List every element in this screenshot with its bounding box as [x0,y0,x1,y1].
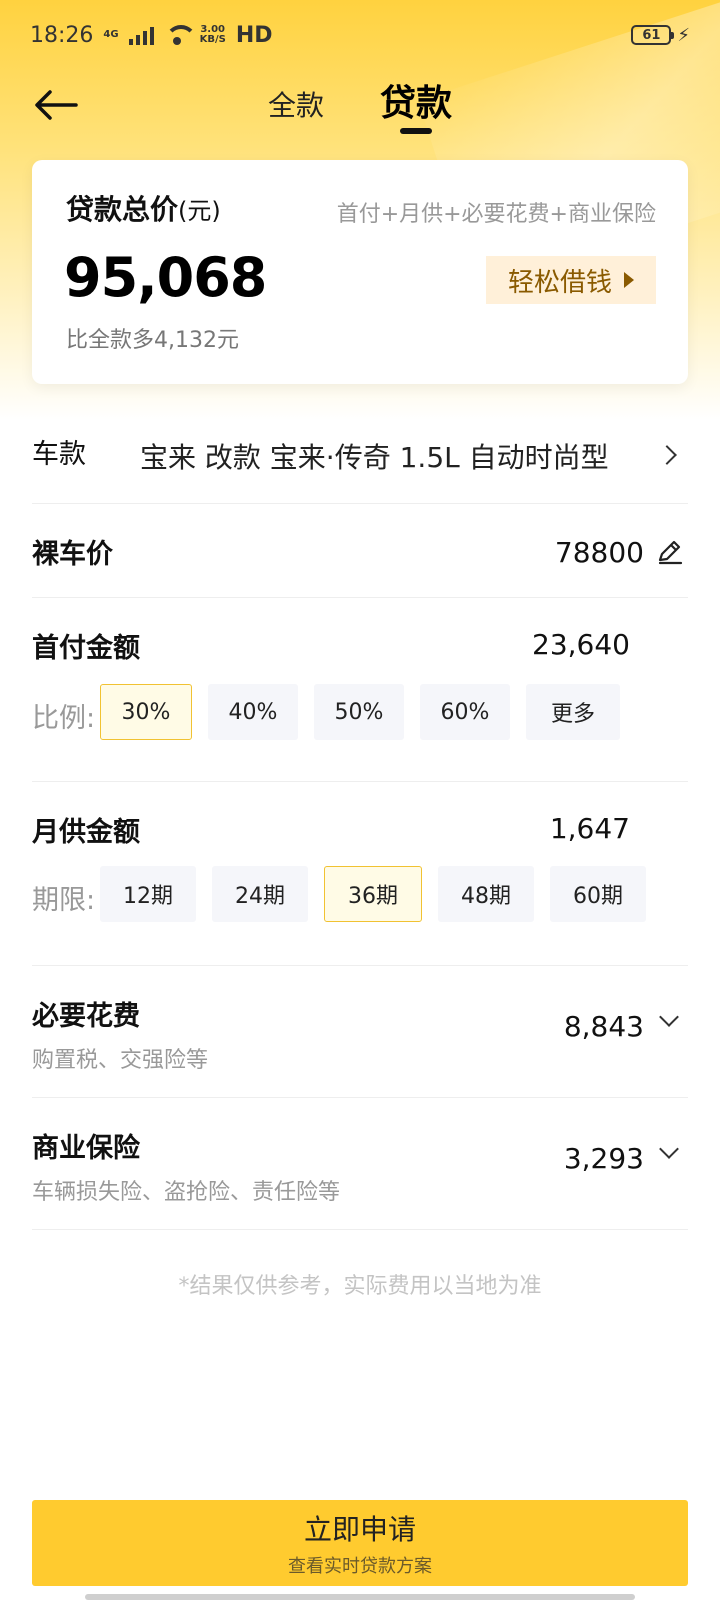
network-speed: 3.00 KB/S [199,24,226,45]
back-button[interactable] [28,80,84,130]
commercial-insurance-value: 3,293 [563,1142,644,1175]
commercial-insurance-label: 商业保险 [32,1133,140,1164]
apply-now-label: 立即申请 [303,1513,416,1546]
apply-now-sublabel: 查看实时贷款方案 [288,1556,432,1577]
active-tab-indicator [400,128,432,134]
pencil-edit-icon[interactable] [656,538,684,566]
easy-borrow-button[interactable]: 轻松借钱 [486,256,656,304]
tab-full-payment[interactable]: 全款 [268,84,324,124]
status-left: 18:26 4G 3.00 KB/S HD [30,23,273,48]
play-triangle-icon [624,272,634,288]
term-option-36[interactable]: 36期 [324,866,422,922]
monthly-payment-row: 月供金额 1,647 期限: 12期 24期 36期 48期 60期 [32,782,688,966]
ratio-label: 比例: [32,703,96,734]
summary-formula: 首付+月供+必要花费+商业保险 [336,202,656,227]
car-model-value: 宝来 改款 宝来·传奇 1.5L 自动时尚型 [140,441,609,474]
loan-total-amount: 95,068 [64,246,267,309]
tab-loan[interactable]: 贷款 [380,74,452,126]
arrow-left-icon [35,90,78,120]
commercial-insurance-description: 车辆损失险、盗抢险、责任险等 [32,1180,341,1205]
charging-icon: ⚡ [677,24,690,46]
term-option-60[interactable]: 60期 [550,866,646,922]
wifi-icon [164,25,197,45]
ratio-option-50[interactable]: 50% [314,684,404,740]
necessary-fees-label: 必要花费 [32,1001,140,1032]
status-right: 61 ⚡ [631,25,690,46]
chevron-right-icon [657,445,677,465]
necessary-fees-value: 8,843 [563,1010,644,1043]
hd-indicator: HD [235,22,273,48]
car-model-row[interactable]: 车款 宝来 改款 宝来·传奇 1.5L 自动时尚型 [32,410,688,504]
term-label: 期限: [32,885,96,916]
summary-unit: (元) [178,197,221,225]
summary-title: 贷款总价(元) [66,193,221,226]
car-model-label: 车款 [32,439,86,470]
difference-vs-full: 比全款多4,132元 [66,328,239,353]
easy-borrow-label: 轻松借钱 [507,267,612,298]
down-payment-label: 首付金额 [32,633,140,664]
bare-price-label: 裸车价 [32,539,113,570]
down-payment-row: 首付金额 23,640 比例: 30% 40% 50% 60% 更多 [32,598,688,782]
down-payment-value: 23,640 [532,628,630,661]
bare-price-value: 78800 [554,536,644,569]
ratio-option-40[interactable]: 40% [208,684,298,740]
term-option-48[interactable]: 48期 [438,866,534,922]
commercial-insurance-row[interactable]: 商业保险 车辆损失险、盗抢险、责任险等 3,293 [32,1098,688,1230]
signal-icon [128,25,154,45]
battery-icon: 61 [631,25,675,45]
monthly-payment-label: 月供金额 [32,817,140,848]
chevron-down-icon [659,1007,679,1027]
term-option-12[interactable]: 12期 [100,866,196,922]
disclaimer-text: *结果仅供参考，实际费用以当地为准 [178,1274,542,1299]
ratio-option-60[interactable]: 60% [420,684,510,740]
necessary-fees-description: 购置税、交强险等 [32,1048,209,1073]
home-indicator [85,1594,635,1600]
necessary-fees-row[interactable]: 必要花费 购置税、交强险等 8,843 [32,966,688,1098]
status-time: 18:26 [30,22,94,48]
status-bar: 18:26 4G 3.00 KB/S HD 61 ⚡ [0,0,720,70]
monthly-payment-value: 1,647 [549,812,630,845]
network-type: 4G [103,29,119,40]
loan-summary-card: 贷款总价(元) 首付+月供+必要花费+商业保险 95,068 比全款多4,132… [32,160,688,384]
ratio-option-30[interactable]: 30% [100,684,192,740]
top-nav: 全款 贷款 [0,70,720,150]
ratio-option-more[interactable]: 更多 [526,684,620,740]
bare-price-row: 裸车价 78800 [32,504,688,598]
term-option-24[interactable]: 24期 [212,866,308,922]
loan-calculator-page: 18:26 4G 3.00 KB/S HD 61 ⚡ 全款 贷款 贷款总价(元)… [0,0,720,1600]
apply-now-button[interactable]: 立即申请 查看实时贷款方案 [32,1500,688,1586]
chevron-down-icon [659,1139,679,1159]
